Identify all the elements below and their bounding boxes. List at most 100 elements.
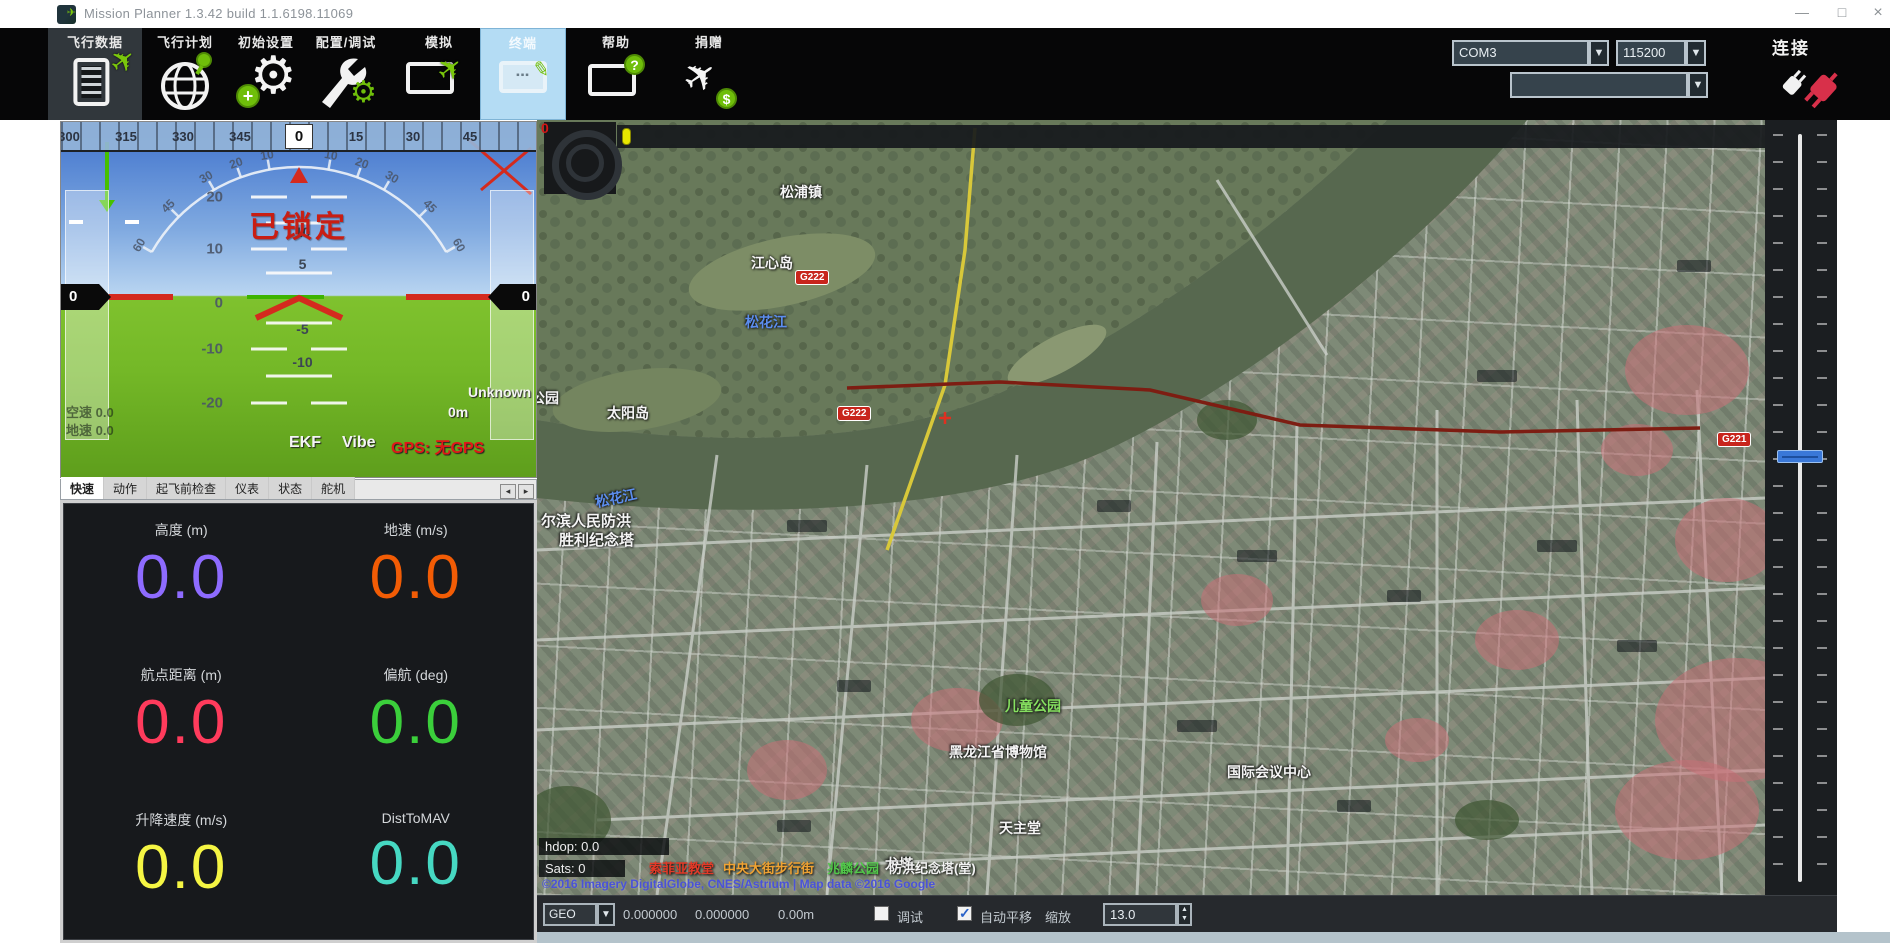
slider-handle[interactable] bbox=[1777, 450, 1823, 463]
mission-planner-window: { "window": { "title": "Mission Planner … bbox=[0, 0, 1890, 943]
map-label-taiyangdao: 太阳岛 bbox=[607, 403, 649, 423]
window-title: Mission Planner 1.3.42 build 1.1.6198.11… bbox=[84, 6, 353, 21]
slider-track[interactable] bbox=[1798, 134, 1802, 882]
hud-graphics bbox=[61, 122, 537, 478]
heading-label: 15 bbox=[349, 129, 363, 144]
maximize-button[interactable]: □ bbox=[1828, 4, 1856, 20]
bottom-edge-strip bbox=[537, 932, 1890, 943]
longitude-readout: 0.000000 bbox=[695, 907, 749, 922]
tab-servo[interactable]: 舵机 bbox=[312, 477, 355, 499]
map-label-church: 天主堂 bbox=[999, 818, 1041, 838]
speed-tick: 5 bbox=[65, 256, 537, 272]
com-port-arrow-icon[interactable]: ▼ bbox=[1589, 40, 1609, 66]
tab-scroll-right-icon[interactable]: ▸ bbox=[518, 484, 534, 499]
map-label-conference: 国际会议中心 bbox=[1227, 762, 1311, 782]
coord-format-select[interactable]: GEO bbox=[543, 903, 597, 926]
slider-ticks bbox=[1817, 134, 1827, 882]
map-status-bar: GEO ▼ 0.000000 0.000000 0.00m 调试 自动平移 缩放… bbox=[537, 895, 1837, 932]
road-badge-g222: G222 bbox=[795, 270, 829, 285]
map-zoom-slider[interactable] bbox=[1765, 120, 1837, 943]
coord-format-arrow-icon[interactable]: ▼ bbox=[597, 903, 615, 926]
quick-groundspeed[interactable]: 地速 (m/s) 0.0 bbox=[299, 504, 534, 649]
map-label-jiangxindao: 江心岛 bbox=[751, 253, 793, 273]
tab-scroll-left-icon[interactable]: ◂ bbox=[500, 484, 516, 499]
debug-label: 调试 bbox=[897, 907, 923, 926]
baud-rate-arrow-icon[interactable]: ▼ bbox=[1686, 40, 1706, 66]
mode-text: Unknown bbox=[468, 384, 531, 400]
heading-label: 315 bbox=[115, 129, 137, 144]
map-label-museum: 黑龙江省博物馆 bbox=[949, 742, 1047, 762]
quick-label: 航点距离 (m) bbox=[64, 665, 299, 685]
road-badge-g221: G221 bbox=[1717, 432, 1751, 447]
map-label-songpu: 松浦镇 bbox=[780, 182, 822, 202]
gps-status-text: GPS: 无GPS bbox=[391, 434, 484, 458]
globe-icon bbox=[142, 50, 228, 116]
speed-tick: -5 bbox=[65, 321, 537, 337]
secondary-select-arrow-icon[interactable]: ▼ bbox=[1688, 72, 1708, 98]
groundspeed-text: 地速 0.0 bbox=[66, 420, 114, 439]
flight-data-icon bbox=[73, 58, 109, 106]
quick-vertical-speed[interactable]: 升降速度 (m/s) 0.0 bbox=[64, 794, 299, 939]
hud-artificial-horizon[interactable]: 60 45 30 20 10 10 20 30 45 60 20 10 0 -1… bbox=[60, 121, 537, 478]
connect-plug-icon[interactable] bbox=[1782, 60, 1838, 116]
ekf-indicator[interactable]: EKF bbox=[289, 434, 321, 452]
debug-checkbox[interactable] bbox=[874, 906, 889, 921]
tab-flight-plan[interactable]: 飞行计划 bbox=[142, 28, 228, 120]
tab-donate[interactable]: 捐赠 ✈ $ bbox=[664, 28, 754, 120]
yellow-marker-icon[interactable] bbox=[622, 128, 631, 145]
green-gear-icon: ⚙ bbox=[350, 78, 377, 108]
baud-rate-select[interactable]: 115200 bbox=[1616, 40, 1686, 66]
data-panel-tabs: 快速 动作 起飞前检查 仪表 状态 舵机 ◂ ▸ bbox=[60, 479, 537, 500]
minimize-button[interactable]: — bbox=[1788, 4, 1816, 20]
tab-gauges[interactable]: 仪表 bbox=[226, 477, 269, 499]
close-button[interactable]: × bbox=[1864, 4, 1890, 22]
app-logo-icon bbox=[57, 5, 76, 24]
poi-label-orange: 中央大街步行街 bbox=[723, 858, 814, 877]
slider-ticks bbox=[1773, 134, 1783, 882]
com-port-select[interactable]: COM3 bbox=[1452, 40, 1589, 66]
tab-status[interactable]: 状态 bbox=[269, 477, 312, 499]
quick-altitude[interactable]: 高度 (m) 0.0 bbox=[64, 504, 299, 649]
altitude-text: 0m bbox=[448, 404, 468, 420]
tab-terminal[interactable]: 终端 ▪▪▪ ✎ bbox=[480, 28, 566, 120]
tab-flight-data[interactable]: 飞行数据 ✈ bbox=[48, 28, 142, 120]
heading-label: 30 bbox=[406, 129, 420, 144]
secondary-select[interactable] bbox=[1510, 72, 1688, 98]
hdop-readout: hdop: 0.0 bbox=[539, 838, 669, 855]
tab-help[interactable]: 帮助 ? bbox=[576, 28, 656, 120]
map-label-park: 公园 bbox=[537, 388, 559, 408]
zoom-label: 缩放 bbox=[1045, 907, 1071, 926]
autopan-checkbox[interactable] bbox=[957, 906, 972, 921]
quick-value: 0.0 bbox=[64, 832, 299, 903]
map-counter: 0 bbox=[541, 120, 549, 136]
quick-value: 0.0 bbox=[299, 687, 534, 758]
pitch-label: -20 bbox=[187, 395, 223, 412]
zoom-input[interactable]: 13.0 bbox=[1103, 903, 1177, 926]
alt-tick: 5 bbox=[490, 256, 537, 272]
tab-preflight[interactable]: 起飞前检查 bbox=[147, 477, 226, 499]
tab-quick[interactable]: 快速 bbox=[61, 477, 104, 499]
map-label-memorial-line1: 尔滨人民防洪 bbox=[541, 510, 631, 531]
satellite-map[interactable]: 0 松浦镇 江心岛 G222 松花江 G222 太阳岛 公园 松花江 尔滨人民防… bbox=[537, 120, 1765, 895]
heading-label: 300 bbox=[60, 129, 80, 144]
tab-actions[interactable]: 动作 bbox=[104, 477, 147, 499]
tab-simulation[interactable]: 模拟 ✈ bbox=[398, 28, 480, 120]
poi-label-white: 防洪纪念塔(堂) bbox=[889, 858, 976, 877]
quick-wp-distance[interactable]: 航点距离 (m) 0.0 bbox=[64, 649, 299, 794]
heading-current: 0 bbox=[285, 124, 313, 149]
altitude-readout: 0.00m bbox=[778, 907, 814, 922]
map-artwork bbox=[537, 120, 1765, 895]
quick-label: 高度 (m) bbox=[64, 520, 299, 540]
quick-dist-to-mav[interactable]: DistToMAV 0.0 bbox=[299, 794, 534, 939]
quick-label: 地速 (m/s) bbox=[299, 520, 534, 540]
heading-label: 345 bbox=[229, 129, 251, 144]
latitude-readout: 0.000000 bbox=[623, 907, 677, 922]
zoom-spinner[interactable]: ▲▼ bbox=[1177, 903, 1192, 926]
vibe-indicator[interactable]: Vibe bbox=[342, 434, 376, 452]
connect-button[interactable]: 连接 bbox=[1772, 34, 1810, 59]
tab-config-tuning[interactable]: 配置/调试 ⚙ bbox=[304, 28, 388, 120]
quick-yaw[interactable]: 偏航 (deg) 0.0 bbox=[299, 649, 534, 794]
sats-readout: Sats: 0 bbox=[539, 860, 625, 877]
heading-label: 330 bbox=[172, 129, 194, 144]
tab-initial-setup[interactable]: 初始设置 ⚙ + bbox=[228, 28, 304, 120]
